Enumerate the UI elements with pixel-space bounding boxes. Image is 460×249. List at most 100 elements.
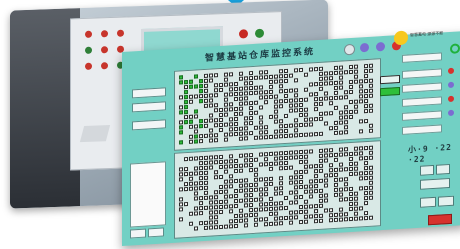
storage-cell[interactable] [279,119,283,124]
storage-cell[interactable] [234,96,238,102]
storage-cell[interactable] [244,86,248,91]
storage-cell[interactable] [249,152,253,158]
storage-cell[interactable] [279,201,283,206]
storage-cell[interactable] [284,128,288,134]
storage-cell[interactable] [189,94,193,99]
storage-cell[interactable] [234,131,238,137]
storage-cell[interactable] [289,175,293,180]
storage-cell[interactable] [309,82,313,87]
storage-cell[interactable] [279,166,283,171]
storage-cell[interactable] [214,205,218,210]
storage-cell[interactable] [299,169,303,175]
storage-cell[interactable] [239,153,243,158]
storage-cell[interactable] [354,69,358,74]
storage-cell[interactable] [314,174,318,179]
storage-cell[interactable] [194,196,198,201]
storage-cell[interactable] [244,116,248,121]
storage-cell[interactable] [229,107,233,112]
storage-cell[interactable] [239,96,243,101]
storage-cell[interactable] [359,171,363,176]
storage-cell[interactable] [264,207,268,212]
storage-cell[interactable] [324,121,328,126]
storage-cell[interactable] [199,196,203,201]
storage-cell[interactable] [249,162,253,168]
storage-cell[interactable] [194,211,198,216]
storage-cell[interactable] [284,98,288,104]
storage-cell[interactable] [319,66,323,71]
storage-cell[interactable] [359,119,363,124]
storage-cell[interactable] [289,73,293,78]
side-button[interactable] [148,227,164,238]
storage-cell[interactable] [274,109,278,114]
storage-cell[interactable] [354,196,358,201]
storage-cell[interactable] [189,211,193,216]
storage-cell[interactable] [224,82,228,87]
storage-cell[interactable] [304,159,308,164]
storage-cell[interactable] [214,83,218,88]
storage-cell[interactable] [324,153,328,158]
storage-cell[interactable] [329,71,333,76]
storage-cell[interactable] [274,134,278,139]
storage-cell[interactable] [254,182,258,187]
storage-cell[interactable] [209,165,213,170]
storage-cell[interactable] [319,163,323,168]
storage-cell[interactable] [344,167,348,172]
storage-cell[interactable] [329,218,333,223]
storage-cell[interactable] [349,84,353,90]
storage-cell[interactable] [369,215,373,220]
storage-cell[interactable] [224,194,228,199]
storage-cell[interactable] [364,170,368,176]
storage-cell[interactable] [244,126,248,131]
storage-cell[interactable] [354,64,358,69]
storage-cell[interactable] [309,122,313,127]
storage-cell[interactable] [239,91,243,96]
storage-cell[interactable] [289,210,293,215]
storage-cell[interactable] [209,225,213,230]
storage-cell[interactable] [299,149,303,155]
storage-cell[interactable] [334,95,338,101]
storage-cell[interactable] [214,220,218,225]
storage-cell[interactable] [209,128,213,133]
storage-cell[interactable] [344,212,348,217]
storage-cell[interactable] [369,170,373,175]
storage-cell[interactable] [229,174,233,179]
storage-cell[interactable] [244,213,248,218]
storage-cell[interactable] [219,224,223,230]
storage-cell[interactable] [269,166,273,172]
storage-cell[interactable] [314,189,318,194]
storage-cell[interactable] [349,89,353,95]
storage-cell[interactable] [269,161,273,167]
storage-cell[interactable] [339,207,343,212]
storage-cell[interactable] [324,91,328,96]
storage-cell[interactable] [309,67,313,72]
storage-cell[interactable] [264,217,268,222]
storage-cell[interactable] [344,95,348,100]
storage-cell[interactable] [314,67,318,72]
storage-cell[interactable] [254,172,258,177]
storage-cell[interactable] [274,74,278,79]
storage-cell[interactable] [279,84,283,89]
storage-cell[interactable] [339,85,343,90]
storage-cell[interactable] [229,204,233,209]
storage-cell[interactable] [179,140,183,145]
storage-cell[interactable] [254,167,258,172]
storage-cell[interactable] [244,198,248,203]
storage-cell[interactable] [209,205,213,210]
storage-cell[interactable] [179,217,183,222]
storage-cell[interactable] [199,139,203,144]
storage-cell[interactable] [229,224,233,229]
storage-cell[interactable] [324,173,328,178]
storage-cell[interactable] [344,130,348,135]
storage-cell[interactable] [249,90,253,96]
storage-cell[interactable] [194,124,198,129]
storage-cell[interactable] [334,130,338,136]
storage-cell[interactable] [329,173,333,178]
storage-cell[interactable] [339,162,343,167]
storage-cell[interactable] [319,218,323,223]
storage-cell[interactable] [359,79,363,84]
storage-cell[interactable] [304,107,308,112]
storage-cell[interactable] [199,124,203,129]
storage-cell[interactable] [369,128,373,133]
storage-cell[interactable] [209,113,213,118]
storage-cell[interactable] [364,160,368,166]
